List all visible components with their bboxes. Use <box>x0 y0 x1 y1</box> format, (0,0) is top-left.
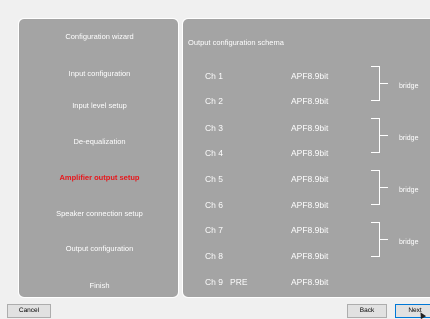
step-input-level-setup: Input level setup <box>72 101 127 110</box>
channel-1-name: Ch 1 <box>205 71 223 81</box>
channel-3-amp: APF8.9bit <box>291 123 329 133</box>
channel-2-amp: APF8.9bit <box>291 96 329 106</box>
wizard-steps-panel: Configuration wizard Input configuration… <box>18 18 179 298</box>
step-output-configuration: Output configuration <box>65 244 134 253</box>
bridge-tick-3-4 <box>380 135 388 136</box>
channel-6-amp: APF8.9bit <box>291 200 329 210</box>
schema-title: Output configuration schema <box>188 38 284 47</box>
bridge-bracket-5-6 <box>371 170 380 205</box>
bridge-tick-5-6 <box>380 187 388 188</box>
channel-5-amp: APF8.9bit <box>291 174 329 184</box>
channel-3-name: Ch 3 <box>205 123 223 133</box>
bridge-bracket-3-4 <box>371 118 380 153</box>
step-configuration-wizard: Configuration wizard <box>65 32 134 41</box>
bridge-bracket-7-8 <box>371 222 380 257</box>
channel-4-amp: APF8.9bit <box>291 148 329 158</box>
channel-9-name: Ch 9 PRE <box>205 277 248 287</box>
channel-5-name: Ch 5 <box>205 174 223 184</box>
output-schema-panel: Output configuration schema Ch 1 APF8.9b… <box>182 18 430 298</box>
channel-9-amp: APF8.9bit <box>291 277 329 287</box>
step-amplifier-output-setup: Amplifier output setup <box>59 173 140 182</box>
step-de-equalization: De-equalization <box>73 137 126 146</box>
bridge-tick-1-2 <box>380 83 388 84</box>
bridge-label-1-2: bridge <box>399 83 419 90</box>
bridge-label-5-6: bridge <box>399 187 419 194</box>
bridge-label-7-8: bridge <box>399 239 419 246</box>
channel-7-name: Ch 7 <box>205 225 223 235</box>
bridge-tick-7-8 <box>380 239 388 240</box>
channel-4-name: Ch 4 <box>205 148 223 158</box>
step-finish: Finish <box>89 281 110 290</box>
step-speaker-connection-setup: Speaker connection setup <box>56 209 143 218</box>
bridge-bracket-1-2 <box>371 66 380 101</box>
channel-2-name: Ch 2 <box>205 96 223 106</box>
channel-8-name: Ch 8 <box>205 251 223 261</box>
channel-6-name: Ch 6 <box>205 200 223 210</box>
channel-8-amp: APF8.9bit <box>291 251 329 261</box>
channel-7-amp: APF8.9bit <box>291 225 329 235</box>
step-input-configuration: Input configuration <box>68 69 131 78</box>
channel-1-amp: APF8.9bit <box>291 71 329 81</box>
cancel-button[interactable]: Cancel <box>7 304 51 318</box>
back-button[interactable]: Back <box>347 304 387 318</box>
bridge-label-3-4: bridge <box>399 135 419 142</box>
